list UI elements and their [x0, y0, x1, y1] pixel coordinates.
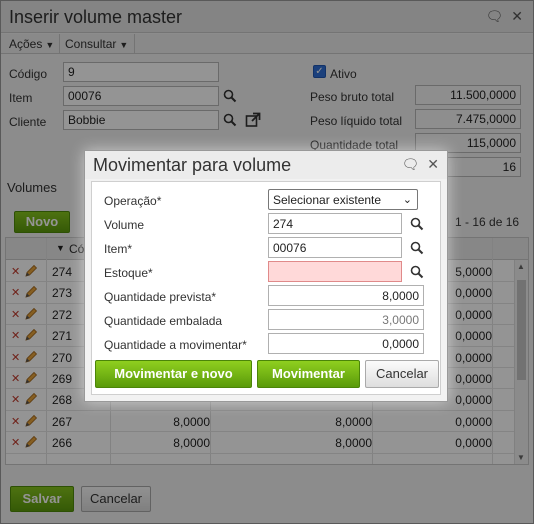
qtd-embalada-label: Quantidade embalada [104, 314, 223, 328]
movimentar-e-novo-button[interactable]: Movimentar e novo [95, 360, 252, 388]
modal-titlebar: Movimentar para volume 🗨 ✕ [85, 151, 447, 179]
estoque-label: Estoque* [104, 266, 153, 280]
modal-body: Operação* Selecionar existente ⌄ Volume … [91, 181, 441, 395]
qtd-prevista-label: Quantidade prevista* [104, 290, 217, 304]
chat-bubble-icon[interactable]: 🗨 [401, 156, 419, 172]
modal-title-icons: 🗨 ✕ [393, 156, 439, 173]
item-field[interactable]: 00076 [268, 237, 402, 258]
movimentar-button[interactable]: Movimentar [257, 360, 360, 388]
volume-field[interactable]: 274 [268, 213, 402, 234]
cancelar-modal-button[interactable]: Cancelar [365, 360, 439, 388]
operacao-select[interactable]: Selecionar existente ⌄ [268, 189, 418, 210]
magnifier-icon[interactable] [410, 217, 424, 231]
operacao-select-value: Selecionar existente [273, 193, 382, 207]
qtd-prevista-field[interactable]: 8,0000 [268, 285, 424, 306]
close-icon[interactable]: ✕ [427, 156, 439, 172]
movimentar-modal: Movimentar para volume 🗨 ✕ Operação* Sele… [84, 150, 448, 402]
item-label: Item* [104, 242, 133, 256]
volume-label: Volume [104, 218, 145, 232]
qtd-embalada-field: 3,0000 [268, 309, 424, 330]
magnifier-icon[interactable] [410, 265, 424, 279]
magnifier-icon[interactable] [410, 241, 424, 255]
qtd-movimentar-field[interactable]: 0,0000 [268, 333, 424, 354]
qtd-movimentar-label: Quantidade a movimentar* [104, 338, 247, 352]
modal-title: Movimentar para volume [93, 155, 292, 175]
estoque-field[interactable] [268, 261, 402, 282]
chevron-down-icon: ⌄ [402, 194, 412, 206]
operacao-label: Operação* [104, 194, 162, 208]
